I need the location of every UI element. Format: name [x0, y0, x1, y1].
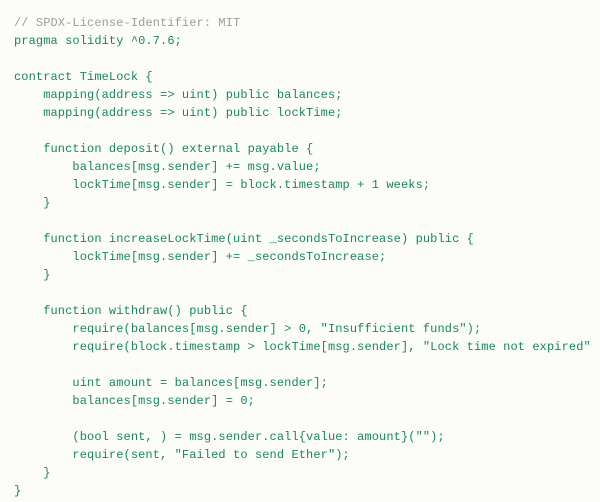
code-line: }: [14, 484, 21, 498]
code-line: }: [14, 196, 51, 210]
code-line: function deposit() external payable {: [14, 142, 313, 156]
code-block: // SPDX-License-Identifier: MIT pragma s…: [0, 0, 600, 502]
code-line: uint amount = balances[msg.sender];: [14, 376, 328, 390]
code-line: require(sent, "Failed to send Ether");: [14, 448, 350, 462]
code-line: lockTime[msg.sender] = block.timestamp +…: [14, 178, 430, 192]
code-line: contract TimeLock {: [14, 70, 153, 84]
code-line: balances[msg.sender] = 0;: [14, 394, 255, 408]
code-line: mapping(address => uint) public lockTime…: [14, 106, 343, 120]
code-line: balances[msg.sender] += msg.value;: [14, 160, 321, 174]
code-line: require(block.timestamp > lockTime[msg.s…: [14, 340, 591, 354]
code-line: }: [14, 268, 51, 282]
code-line: function increaseLockTime(uint _secondsT…: [14, 232, 474, 246]
code-line: function withdraw() public {: [14, 304, 248, 318]
code-line: require(balances[msg.sender] > 0, "Insuf…: [14, 322, 481, 336]
code-line: lockTime[msg.sender] += _secondsToIncrea…: [14, 250, 386, 264]
code-line: mapping(address => uint) public balances…: [14, 88, 343, 102]
code-line: // SPDX-License-Identifier: MIT: [14, 16, 240, 30]
code-line: }: [14, 466, 51, 480]
code-line: (bool sent, ) = msg.sender.call{value: a…: [14, 430, 445, 444]
code-line: pragma solidity ^0.7.6;: [14, 34, 182, 48]
